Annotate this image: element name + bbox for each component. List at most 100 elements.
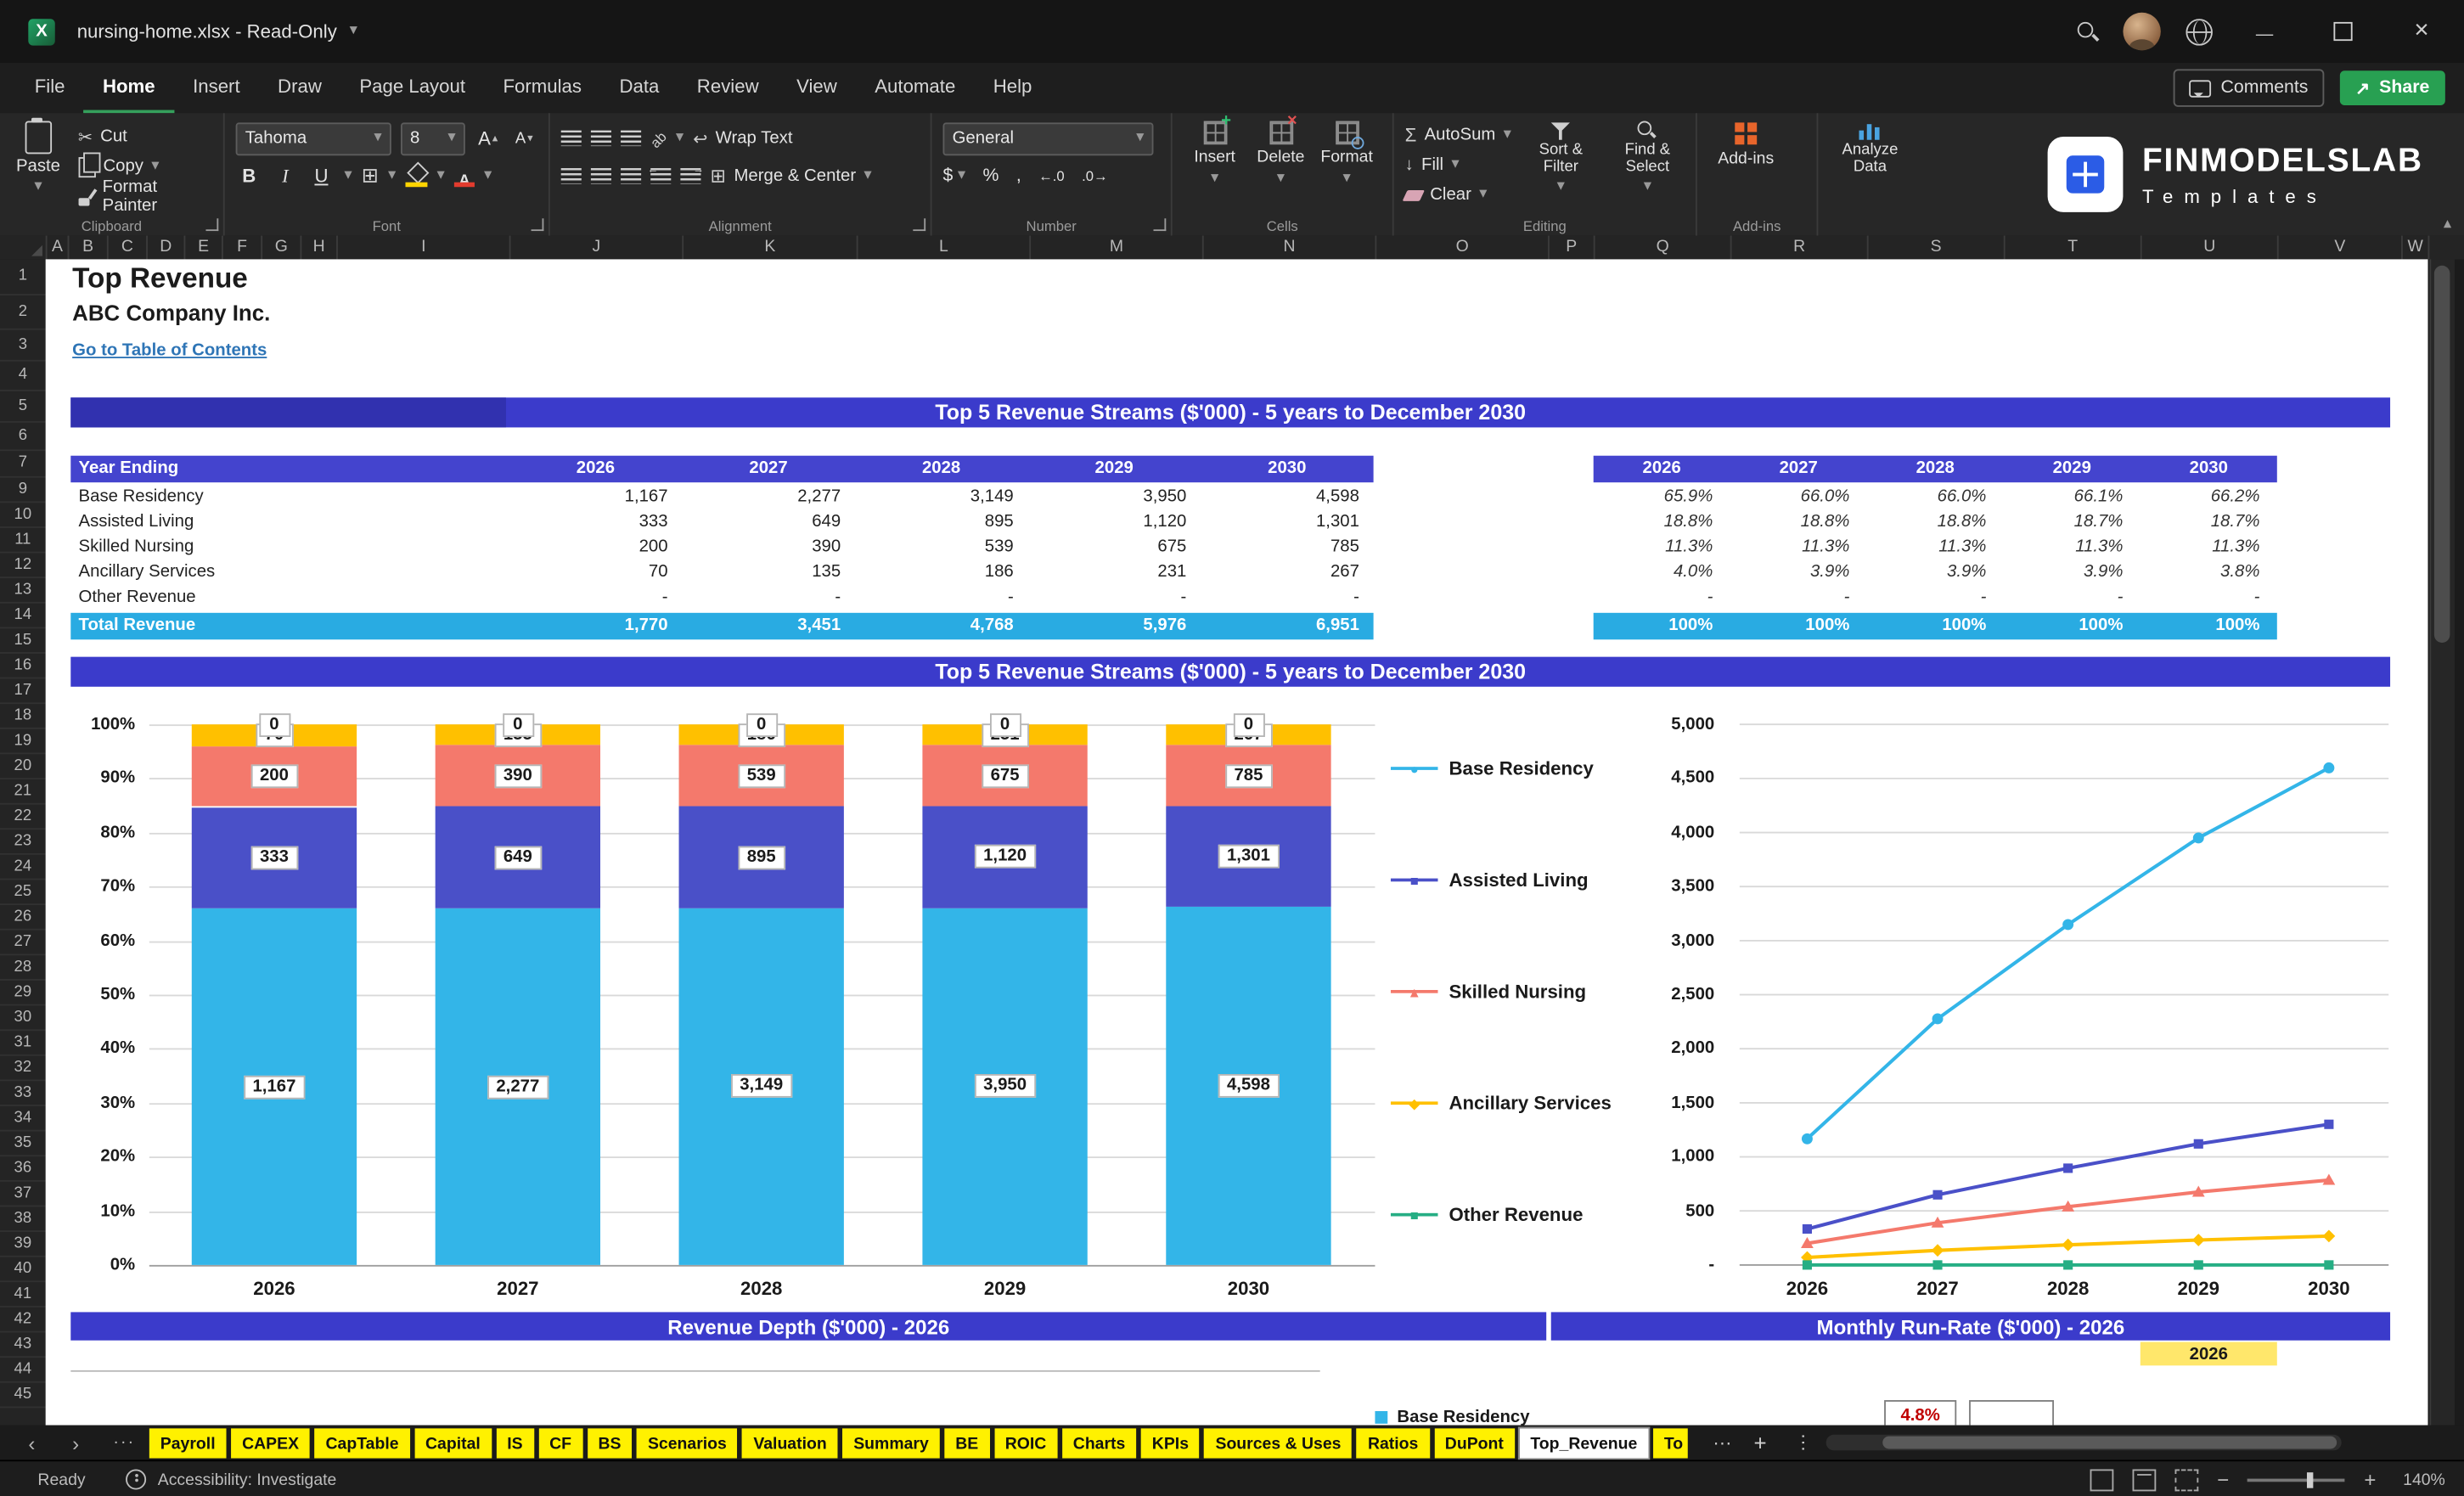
pct-cell[interactable]: - [1730,584,1867,610]
merge-center-button[interactable]: Merge & Center [711,163,872,188]
value-cell[interactable]: 1,301 [1201,509,1374,535]
year-header-2030[interactable]: 2030 [1201,456,1374,482]
column-header-M[interactable]: M [1031,235,1204,260]
menu-tab-help[interactable]: Help [975,63,1051,113]
pct-cell[interactable]: 11.3% [2004,534,2141,560]
avatar[interactable] [2123,12,2161,51]
sheet-tab-be[interactable]: BE [944,1428,990,1459]
row-header-40[interactable]: 40 [0,1257,46,1283]
decrease-indent-button[interactable] [648,165,672,184]
legend-item-assisted-living[interactable]: ■ Assisted Living [1390,869,1589,891]
row-header-39[interactable]: 39 [0,1232,46,1257]
row-header-42[interactable]: 42 [0,1308,46,1333]
row-header-1[interactable]: 1 [0,259,46,295]
align-center-button[interactable] [590,168,611,184]
sheet-tab-bs[interactable]: BS [587,1428,633,1459]
dialog-launcher-icon[interactable] [531,218,544,232]
pct-cell[interactable]: 3.9% [1730,560,1867,585]
sheet-tab-ratios[interactable]: Ratios [1356,1428,1430,1459]
value-cell[interactable]: 4,598 [1201,484,1374,509]
column-header-W[interactable]: W [2403,235,2430,260]
column-header-J[interactable]: J [511,235,684,260]
pct-cell[interactable]: 18.8% [1730,509,1867,535]
legend-item-skilled-nursing[interactable]: ▲ Skilled Nursing [1390,981,1586,1003]
autosum-button[interactable]: AutoSum [1405,122,1511,148]
row-header-17[interactable]: 17 [0,679,46,705]
year-header-2026[interactable]: 2026 [1594,456,1730,482]
paste-button[interactable]: Paste [11,117,65,212]
pct-cell[interactable]: 18.7% [2004,509,2141,535]
total-pct-cell[interactable]: 100% [1730,613,1867,639]
pct-cell[interactable]: 3.8% [2141,560,2277,585]
row-header-24[interactable]: 24 [0,855,46,880]
dialog-launcher-icon[interactable] [205,218,219,232]
row-header-33[interactable]: 33 [0,1081,46,1106]
wrap-text-button[interactable]: Wrap Text [693,126,793,151]
maximize-button[interactable] [2316,0,2370,63]
row-header-15[interactable]: 15 [0,628,46,654]
menu-tab-view[interactable]: View [778,63,856,113]
page-layout-view-icon[interactable] [2132,1468,2156,1491]
sheet-tab-kpis[interactable]: KPIs [1140,1428,1200,1459]
sheet-tab-scenarios[interactable]: Scenarios [637,1428,738,1459]
horizontal-scrollbar[interactable] [1825,1434,2342,1451]
cut-button[interactable]: Cut [78,124,212,149]
row-header-20[interactable]: 20 [0,754,46,779]
row-header-32[interactable]: 32 [0,1056,46,1082]
globe-icon[interactable] [2186,18,2213,45]
value-cell[interactable]: 1,167 [509,484,683,509]
year-ending-label[interactable]: Year Ending [70,456,509,482]
vertical-scrollbar[interactable] [2429,259,2455,1426]
menu-tab-formulas[interactable]: Formulas [484,63,600,113]
column-header-V[interactable]: V [2279,235,2403,260]
align-bottom-button[interactable] [621,130,642,147]
pct-cell[interactable]: - [2141,584,2277,610]
column-header-C[interactable]: C [109,235,148,260]
orientation-button[interactable] [650,124,667,152]
pct-cell[interactable]: 18.8% [1594,509,1730,535]
value-cell[interactable]: 3,149 [855,484,1028,509]
column-header-G[interactable]: G [262,235,302,260]
sheet-tab-to[interactable]: To [1652,1428,1688,1459]
menu-tab-automate[interactable]: Automate [856,63,975,113]
pct-cell[interactable]: 66.0% [1730,484,1867,509]
row-header-45[interactable]: 45 [0,1383,46,1409]
pct-cell[interactable]: 66.2% [2141,484,2277,509]
currency-format-button[interactable] [942,166,953,185]
number-format-select[interactable]: General [942,121,1154,155]
value-cell[interactable]: 70 [509,560,683,585]
next-sheet-icon[interactable] [72,1426,79,1460]
pct-cell[interactable]: - [1867,584,2004,610]
total-pct-cell[interactable]: 100% [1594,613,1730,639]
column-header-E[interactable]: E [185,235,223,260]
value-cell[interactable]: 785 [1201,534,1374,560]
pct-cell[interactable]: - [1594,584,1730,610]
sheet-tab-cf[interactable]: CF [538,1428,582,1459]
sheet-tab-summary[interactable]: Summary [842,1428,940,1459]
increase-indent-button[interactable] [680,165,704,184]
column-header-A[interactable]: A [48,235,70,260]
sheet-tab-roic[interactable]: ROIC [993,1428,1058,1459]
row-header-21[interactable]: 21 [0,779,46,805]
row-header-19[interactable]: 19 [0,729,46,755]
value-cell[interactable]: 895 [855,509,1028,535]
row-header-16[interactable]: 16 [0,654,46,679]
column-header-U[interactable]: U [2142,235,2279,260]
fill-color-button[interactable] [405,165,428,188]
row-label[interactable]: Ancillary Services [70,560,509,585]
format-cells-button[interactable]: Format [1315,121,1378,188]
year-header-2027[interactable]: 2027 [1730,456,1867,482]
more-sheets-left-icon[interactable] [113,1426,135,1460]
find-select-button[interactable]: Find & Select [1611,121,1685,208]
share-button[interactable]: Share [2339,70,2445,106]
row-header-9[interactable]: 9 [0,478,46,503]
row-header-37[interactable]: 37 [0,1182,46,1207]
stacked-bar-2030[interactable]: 4,5981,3017852670 [1166,713,1331,1265]
analyze-data-button[interactable]: Analyze Data [1829,121,1910,177]
dialog-launcher-icon[interactable] [913,218,926,232]
total-pct-cell[interactable]: 100% [2141,613,2277,639]
stacked-bar-2026[interactable]: 1,167333200700 [191,713,357,1265]
value-cell[interactable]: 1,120 [1027,509,1201,535]
year-header-2029[interactable]: 2029 [1027,456,1201,482]
value-cell[interactable]: - [1201,584,1374,610]
